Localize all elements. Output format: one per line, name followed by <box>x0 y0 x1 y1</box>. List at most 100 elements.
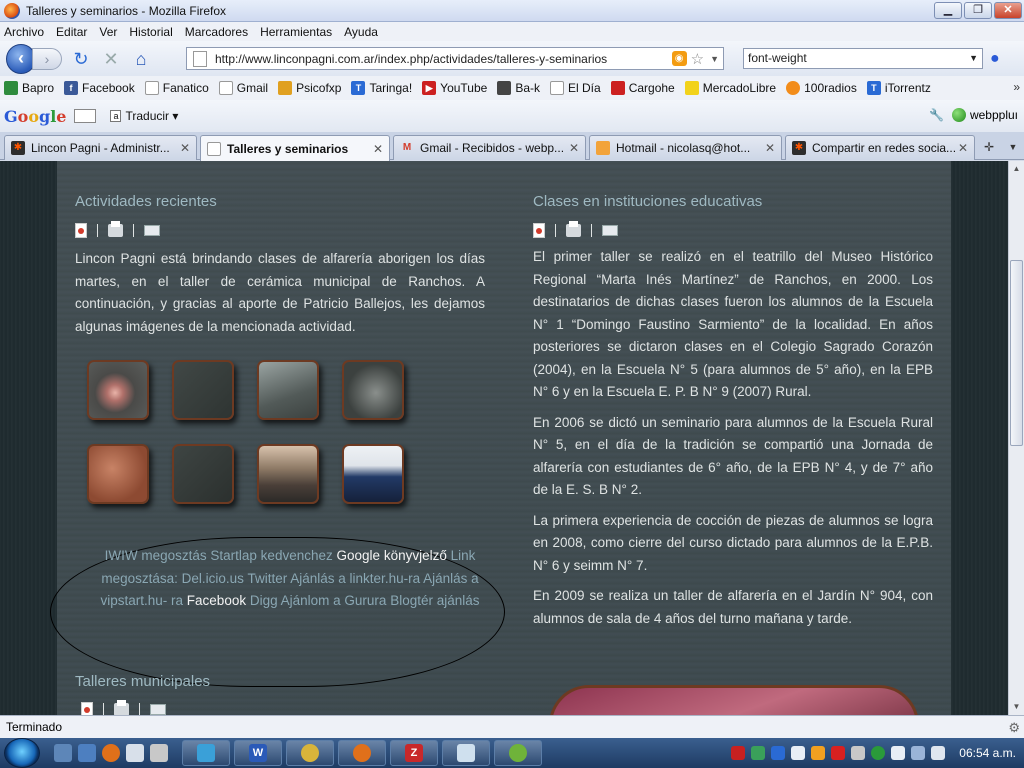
taskbar-app-messenger[interactable] <box>182 740 230 766</box>
antivirus-tray-icon[interactable] <box>831 746 846 760</box>
bookmark-youtube[interactable]: ▶ YouTube <box>422 81 487 95</box>
share-google-link[interactable]: Google <box>337 548 381 563</box>
google-search-icon[interactable]: ● <box>990 50 1000 68</box>
maximize-button[interactable]: ❐ <box>964 2 992 19</box>
explorer-icon[interactable] <box>78 744 96 762</box>
print-icon[interactable] <box>114 699 129 715</box>
bookmark-taringa[interactable]: T Taringa! <box>351 81 412 95</box>
tab-hotmail[interactable]: Hotmail - nicolasq@hot... ✕ <box>589 135 782 160</box>
update-tray-icon[interactable] <box>871 746 886 760</box>
forward-button[interactable]: › <box>32 47 62 70</box>
tab-lincon-pagni-admin[interactable]: ✱ Lincon Pagni - Administr... ✕ <box>4 135 197 160</box>
share-konyvjelzo-link[interactable]: könyvjelző <box>384 548 447 563</box>
bookmark-bapro[interactable]: Bapro <box>4 81 54 95</box>
bookmark-itorrentz[interactable]: TiTorrentz <box>866 81 931 95</box>
gallery-thumbnail[interactable] <box>257 444 319 504</box>
close-tab-icon[interactable]: ✕ <box>178 141 192 155</box>
close-tab-icon[interactable]: ✕ <box>567 141 581 155</box>
pdf-icon[interactable] <box>81 701 93 715</box>
share-iwiw-link[interactable]: IWIW megosztás <box>105 548 207 563</box>
print-icon[interactable] <box>566 220 581 237</box>
network-icon[interactable] <box>911 746 926 760</box>
flash-tray-icon[interactable] <box>731 746 746 760</box>
share-startlap-link[interactable]: Startlap kedvenchez <box>210 548 332 563</box>
start-button[interactable] <box>4 738 40 768</box>
menu-historial[interactable]: Historial <box>129 25 172 39</box>
menu-ayuda[interactable]: Ayuda <box>344 25 378 39</box>
menu-marcadores[interactable]: Marcadores <box>185 25 248 39</box>
volume-icon[interactable] <box>931 746 946 760</box>
search-dropdown-icon[interactable]: ▼ <box>969 49 978 68</box>
translate-button[interactable]: a Traducir ▾ <box>110 109 178 123</box>
close-tab-icon[interactable]: ✕ <box>371 142 385 156</box>
bookmark-100radios[interactable]: 100radios <box>786 81 857 95</box>
close-tab-icon[interactable]: ✕ <box>763 141 777 155</box>
email-icon[interactable] <box>150 703 166 715</box>
messenger-tray-icon[interactable] <box>751 746 766 760</box>
taskbar-app-filezilla[interactable]: Z <box>390 740 438 766</box>
taskbar-app-firefox[interactable] <box>338 740 386 766</box>
share-blogter-link[interactable]: Blogtér ajánlás <box>390 593 479 608</box>
rss-icon[interactable]: ◉ <box>671 51 687 66</box>
close-tab-icon[interactable]: ✕ <box>956 141 970 155</box>
taskbar-clock[interactable]: 06:54 a.m. <box>959 746 1016 760</box>
share-vipstart-link[interactable]: vipstart.hu- <box>100 593 167 608</box>
search-input[interactable]: font-weight ▼ <box>743 48 983 69</box>
menu-herramientas[interactable]: Herramientas <box>260 25 332 39</box>
vertical-scrollbar[interactable]: ▲ ▼ <box>1008 161 1024 715</box>
menu-archivo[interactable]: Archivo <box>4 25 44 39</box>
chat-tray-icon[interactable] <box>791 746 806 760</box>
bookmark-psicofxp[interactable]: Psicofxp <box>278 81 341 95</box>
print-icon[interactable] <box>108 220 123 237</box>
menu-editar[interactable]: Editar <box>56 25 87 39</box>
bookmark-gmail[interactable]: Gmail <box>218 81 268 95</box>
share-facebook-link[interactable]: Facebook <box>187 593 246 608</box>
gallery-thumbnail[interactable] <box>257 360 319 420</box>
taskbar-app-utorrent[interactable] <box>494 740 542 766</box>
user-name[interactable]: webppluı <box>970 108 1018 122</box>
share-gurura-link[interactable]: Ajánlom a Gurura <box>281 593 387 608</box>
wrench-icon[interactable]: 🔧 <box>929 108 944 122</box>
bookmarks-overflow-icon[interactable]: » <box>1013 80 1020 94</box>
url-input[interactable]: http://www.linconpagni.com.ar/index.php/… <box>215 52 672 66</box>
notepad-quicklaunch-icon[interactable] <box>126 744 144 762</box>
share-twitter-link[interactable]: Twitter <box>247 571 287 586</box>
share-ajanlas2-link[interactable]: Ajánlás a <box>423 571 479 586</box>
gallery-thumbnail[interactable] <box>172 360 234 420</box>
url-dropdown-icon[interactable]: ▼ <box>710 54 719 64</box>
scroll-up-arrow[interactable]: ▲ <box>1009 161 1024 177</box>
scroll-down-arrow[interactable]: ▼ <box>1009 699 1024 715</box>
taskbar-app-winamp[interactable] <box>286 740 334 766</box>
paint-quicklaunch-icon[interactable] <box>150 744 168 762</box>
tab-compartir-redes[interactable]: ✱ Compartir en redes socia... ✕ <box>785 135 975 160</box>
gallery-thumbnail[interactable] <box>342 444 404 504</box>
share-linkter-link[interactable]: linkter.hu-ra <box>350 571 421 586</box>
network-tray-icon[interactable] <box>851 746 866 760</box>
email-icon[interactable] <box>602 224 618 236</box>
resize-grip-icon[interactable]: ⚙ <box>1008 720 1020 736</box>
email-icon[interactable] <box>144 224 160 236</box>
close-window-button[interactable]: ✕ <box>994 2 1022 19</box>
mo-tray-icon[interactable] <box>771 746 786 760</box>
gallery-thumbnail[interactable] <box>87 444 149 504</box>
taskbar-app-word[interactable]: W <box>234 740 282 766</box>
url-bar[interactable]: http://www.linconpagni.com.ar/index.php/… <box>186 47 724 70</box>
tab-talleres-seminarios[interactable]: Talleres y seminarios ✕ <box>200 135 390 161</box>
bookmark-bak[interactable]: Ba-k <box>497 81 540 95</box>
new-tab-button[interactable]: ✛ <box>978 137 1000 157</box>
gallery-thumbnail[interactable] <box>172 444 234 504</box>
google-search-field[interactable] <box>74 109 97 123</box>
taskbar-app-notepad[interactable] <box>442 740 490 766</box>
show-desktop-icon[interactable] <box>54 744 72 762</box>
bookmark-fanatico[interactable]: Fanatico <box>144 81 209 95</box>
action-center-icon[interactable] <box>891 746 906 760</box>
tab-gmail[interactable]: M Gmail - Recibidos - webp... ✕ <box>393 135 586 160</box>
menu-ver[interactable]: Ver <box>99 25 117 39</box>
google-logo[interactable]: Google <box>4 107 66 126</box>
share-digg-link[interactable]: Digg <box>250 593 278 608</box>
gallery-thumbnail[interactable] <box>87 360 149 420</box>
tab-list-icon[interactable]: ▼ <box>1004 137 1022 157</box>
pdf-icon[interactable] <box>75 222 87 238</box>
scrollbar-thumb[interactable] <box>1010 260 1023 446</box>
share-ajanlas-link[interactable]: Ajánlás a <box>290 571 346 586</box>
